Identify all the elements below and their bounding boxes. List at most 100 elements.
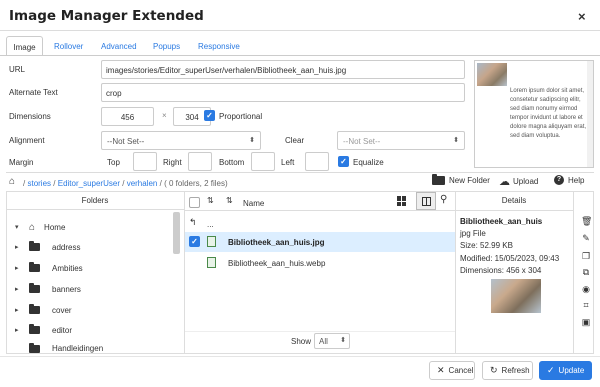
chevron-right-icon: ▸	[15, 265, 19, 272]
folder-icon	[29, 324, 40, 334]
tab-responsive[interactable]: Responsive	[192, 36, 246, 56]
footer-divider	[0, 356, 600, 357]
folders-scrollbar[interactable]	[173, 212, 180, 254]
crop-icon[interactable]: ⌗	[581, 300, 591, 310]
close-icon[interactable]: ×	[578, 9, 586, 24]
details-name: Bibliotheek_aan_huis	[460, 217, 543, 226]
breadcrumb-stories[interactable]: stories	[27, 179, 51, 188]
alignment-label: Alignment	[9, 136, 45, 145]
equalize-checkbox[interactable]: ✓	[338, 156, 349, 167]
files-footer-divider	[185, 331, 455, 332]
chevron-right-icon: ▸	[15, 327, 19, 334]
alignment-select[interactable]: --Not Set-- ⬍	[101, 131, 261, 150]
margin-bottom-input[interactable]	[251, 152, 275, 171]
preview-scrollbar[interactable]	[587, 61, 593, 167]
folder-icon	[29, 304, 40, 314]
clear-value: --Not Set--	[343, 137, 381, 146]
help-icon: ?	[554, 175, 564, 185]
margin-left-input[interactable]	[305, 152, 329, 171]
edit-icon[interactable]: ✎	[581, 233, 591, 243]
form-divider	[6, 172, 594, 173]
select-all-checkbox[interactable]	[189, 197, 200, 208]
breadcrumb-sep: /	[23, 179, 26, 188]
upload-label: Upload	[513, 177, 539, 186]
upload-button[interactable]: ☁ Upload	[499, 175, 538, 188]
tree-item-label: address	[52, 242, 81, 252]
tab-rollover[interactable]: Rollover	[48, 36, 89, 56]
sort-desc-icon[interactable]: ⇅	[226, 196, 233, 205]
file-checkbox[interactable]: ✓	[189, 236, 200, 247]
details-header: Details	[455, 191, 573, 211]
show-select[interactable]: All ⬍	[314, 333, 350, 349]
parent-folder-link[interactable]: ...	[207, 220, 214, 229]
proportional-checkbox[interactable]: ✓	[204, 110, 215, 121]
preview-text: Lorem ipsum dolor sit amet, consetetur s…	[510, 88, 587, 139]
margin-label: Margin	[9, 158, 34, 167]
breadcrumb-editor[interactable]: Editor_superUser	[58, 179, 120, 188]
dimensions-label: Dimensions	[9, 112, 51, 121]
folder-icon	[29, 343, 40, 353]
folder-icon	[29, 262, 40, 272]
url-input[interactable]: images/stories/Editor_superUser/verhalen…	[101, 60, 465, 79]
margin-bottom-label: Bottom	[219, 158, 245, 167]
tree-item-handleidingen[interactable]: Handleidingen	[15, 343, 175, 353]
home-icon: ⌂	[29, 221, 36, 233]
tab-popups[interactable]: Popups	[147, 36, 186, 56]
margin-top-input[interactable]	[133, 152, 157, 171]
tree-item-banners[interactable]: ▸ banners	[15, 280, 81, 298]
show-label: Show	[291, 337, 312, 346]
tab-image[interactable]: Image	[6, 36, 43, 56]
sort-asc-icon[interactable]: ⇅	[207, 196, 214, 205]
image-file-icon	[207, 257, 216, 268]
margin-left-label: Left	[281, 158, 295, 167]
trash-icon[interactable]: 🗑	[581, 216, 592, 226]
home-icon[interactable]: ⌂	[9, 176, 15, 187]
show-value: All	[319, 337, 328, 346]
new-folder-button[interactable]: New Folder	[432, 174, 490, 185]
tree-item-cover[interactable]: ▸ cover	[15, 301, 72, 319]
file-name[interactable]: Bibliotheek_aan_huis.webp	[228, 259, 325, 268]
columns-icon	[422, 197, 431, 206]
help-button[interactable]: ? Help	[554, 175, 584, 185]
dialog-title: Image Manager Extended	[9, 8, 204, 24]
tree-item-home[interactable]: ▾ ⌂ Home	[15, 218, 65, 236]
tree-item-ambities[interactable]: ▸ Ambities	[15, 259, 83, 277]
refresh-button[interactable]: ↻ Refresh	[482, 361, 533, 380]
folders-header: Folders	[6, 191, 184, 210]
grid-view-icon[interactable]	[397, 196, 407, 206]
tree-item-address[interactable]: ▸ address	[15, 238, 80, 256]
width-input[interactable]: 456	[101, 107, 154, 126]
clear-label: Clear	[285, 136, 305, 145]
margin-right-input[interactable]	[188, 152, 212, 171]
details-thumbnail	[491, 279, 541, 313]
clear-select[interactable]: --Not Set-- ⬍	[337, 131, 465, 150]
image-edit-icon[interactable]: ▣	[581, 317, 591, 327]
image-preview-panel: Lorem ipsum dolor sit amet, consetetur s…	[474, 60, 594, 168]
margin-top-label: Top	[107, 158, 120, 167]
image-file-icon	[207, 236, 216, 247]
cancel-label: Cancel	[448, 366, 474, 375]
cancel-button[interactable]: ✕ Cancel	[429, 361, 475, 380]
paste-icon[interactable]: ⧉	[581, 267, 591, 277]
tree-item-editor[interactable]: ▸ editor	[15, 321, 72, 339]
file-name[interactable]: Bibliotheek_aan_huis.jpg	[228, 238, 324, 247]
search-icon[interactable]: ⚲	[440, 194, 447, 205]
breadcrumb-sep: /	[53, 179, 56, 188]
name-column-header[interactable]: Name	[243, 199, 264, 208]
breadcrumb-verhalen[interactable]: verhalen	[127, 179, 158, 188]
up-arrow-icon[interactable]: ↰	[189, 217, 197, 228]
alt-text-input[interactable]: crop	[101, 83, 465, 102]
folder-icon	[29, 283, 40, 293]
tree-item-label: Ambities	[52, 263, 83, 273]
chevron-right-icon: ▸	[15, 244, 19, 251]
alignment-value: --Not Set--	[107, 137, 145, 146]
tab-advanced[interactable]: Advanced	[95, 36, 143, 56]
update-button[interactable]: ✓ Update	[539, 361, 592, 380]
tree-item-label: editor	[52, 325, 73, 335]
help-label: Help	[568, 175, 585, 185]
view-icon[interactable]: ◉	[581, 284, 591, 294]
details-type: jpg File	[460, 229, 486, 238]
list-view-button[interactable]	[416, 192, 436, 210]
folders-divider	[184, 191, 185, 354]
copy-icon[interactable]: ❐	[581, 251, 591, 261]
